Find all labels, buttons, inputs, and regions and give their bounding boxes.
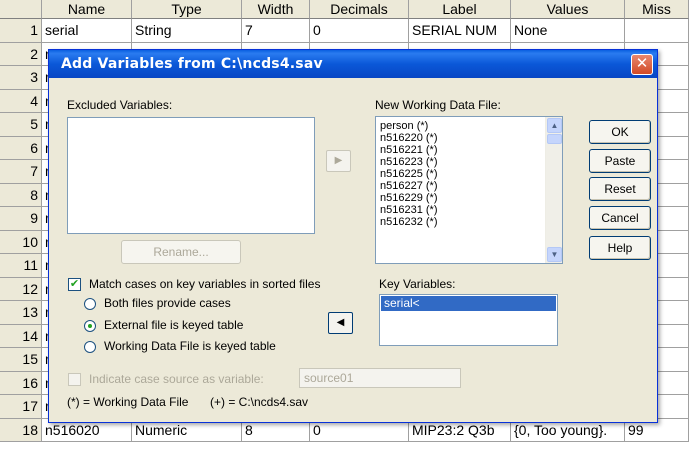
excluded-variables-label: Excluded Variables: — [67, 98, 173, 112]
key-variables-label: Key Variables: — [379, 277, 456, 291]
indicate-source-checkbox[interactable] — [68, 373, 81, 386]
paste-button[interactable]: Paste — [589, 149, 651, 173]
close-icon[interactable]: ✕ — [631, 54, 653, 75]
grid-header-row: Name Type Width Decimals Label Values Miss — [0, 0, 689, 19]
list-item[interactable]: n516223 (*) — [378, 156, 544, 168]
list-item[interactable]: n516231 (*) — [378, 204, 544, 216]
radio-both-files[interactable] — [84, 298, 96, 310]
row-number: 10 — [0, 230, 42, 254]
match-cases-label: Match cases on key variables in sorted f… — [89, 277, 321, 291]
list-item[interactable]: n516232 (*) — [378, 216, 544, 228]
column-header[interactable]: Miss — [625, 0, 689, 19]
new-working-data-file-label: New Working Data File: — [375, 98, 501, 112]
move-left-arrow-icon[interactable]: ◀ — [328, 312, 353, 334]
excluded-variables-list[interactable] — [67, 117, 315, 234]
row-number: 8 — [0, 183, 42, 207]
column-header[interactable]: Name — [42, 0, 132, 19]
row-number: 5 — [0, 113, 42, 137]
table-cell[interactable]: String — [132, 19, 242, 43]
match-cases-checkbox[interactable]: ✔ — [68, 278, 81, 291]
key-variable-item[interactable]: serial< — [381, 296, 556, 311]
new-working-data-file-list[interactable]: person (*) n516220 (*) n516221 (*) n516223 … — [375, 116, 563, 264]
column-header[interactable]: Decimals — [310, 0, 409, 19]
list-item[interactable]: n516221 (*) — [378, 144, 544, 156]
rename-button[interactable]: Rename... — [121, 240, 241, 264]
table-cell[interactable] — [625, 19, 689, 43]
row-number: 2 — [0, 42, 42, 66]
list-item[interactable]: n516220 (*) — [378, 132, 544, 144]
ok-button[interactable]: OK — [589, 120, 651, 144]
dialog-title: Add Variables from C:\ncds4.sav — [61, 56, 323, 72]
row-number: 3 — [0, 66, 42, 90]
list-item[interactable]: person (*) — [378, 120, 544, 132]
column-header[interactable]: Label — [409, 0, 511, 19]
list-item[interactable]: n516225 (*) — [378, 168, 544, 180]
row-number: 1 — [0, 19, 42, 43]
radio-both-files-label: Both files provide cases — [104, 296, 231, 310]
row-number: 18 — [0, 418, 42, 442]
radio-working-keyed-label: Working Data File is keyed table — [104, 339, 276, 353]
dialog-title-bar[interactable]: Add Variables from C:\ncds4.sav ✕ — [49, 50, 657, 78]
table-cell[interactable]: None — [511, 19, 625, 43]
table-cell[interactable]: 0 — [310, 19, 409, 43]
list-scrollbar[interactable]: ▲ ▼ — [545, 117, 562, 263]
column-header[interactable]: Width — [242, 0, 310, 19]
footnote-working: (*) = Working Data File — [67, 395, 189, 409]
row-number: 12 — [0, 277, 42, 301]
row-number: 16 — [0, 371, 42, 395]
add-variables-dialog: Add Variables from C:\ncds4.sav ✕ Exclud… — [48, 49, 658, 423]
column-header[interactable]: Type — [132, 0, 242, 19]
radio-external-keyed[interactable] — [84, 320, 96, 332]
row-number: 9 — [0, 207, 42, 231]
list-item[interactable]: n516227 (*) — [378, 180, 544, 192]
indicate-source-label: Indicate case source as variable: — [89, 372, 264, 386]
reset-button[interactable]: Reset — [589, 177, 651, 201]
table-cell[interactable]: 7 — [242, 19, 310, 43]
radio-external-keyed-label: External file is keyed table — [104, 318, 244, 332]
source-variable-input[interactable]: source01 — [299, 368, 461, 388]
table-row[interactable]: 1 serial String 7 0 SERIAL NUM None — [0, 19, 689, 43]
key-variables-list[interactable]: serial< — [379, 294, 558, 346]
row-number: 7 — [0, 160, 42, 184]
corner-cell — [0, 0, 42, 19]
cancel-button[interactable]: Cancel — [589, 206, 651, 230]
row-number: 6 — [0, 136, 42, 160]
help-button[interactable]: Help — [589, 236, 651, 260]
row-number: 11 — [0, 254, 42, 278]
list-item[interactable]: n516229 (*) — [378, 192, 544, 204]
row-number: 14 — [0, 324, 42, 348]
row-number: 4 — [0, 89, 42, 113]
table-cell[interactable]: SERIAL NUM — [409, 19, 511, 43]
row-number: 15 — [0, 348, 42, 372]
scroll-thumb[interactable] — [547, 134, 562, 144]
column-header[interactable]: Values — [511, 0, 625, 19]
row-number: 17 — [0, 395, 42, 419]
scroll-down-icon[interactable]: ▼ — [547, 247, 562, 262]
radio-working-keyed[interactable] — [84, 341, 96, 353]
table-cell[interactable]: serial — [42, 19, 132, 43]
move-right-arrow-icon[interactable]: ▶ — [326, 150, 351, 172]
scroll-up-icon[interactable]: ▲ — [547, 118, 562, 133]
footnote-plus: (+) = C:\ncds4.sav — [210, 395, 309, 409]
row-number: 13 — [0, 301, 42, 325]
